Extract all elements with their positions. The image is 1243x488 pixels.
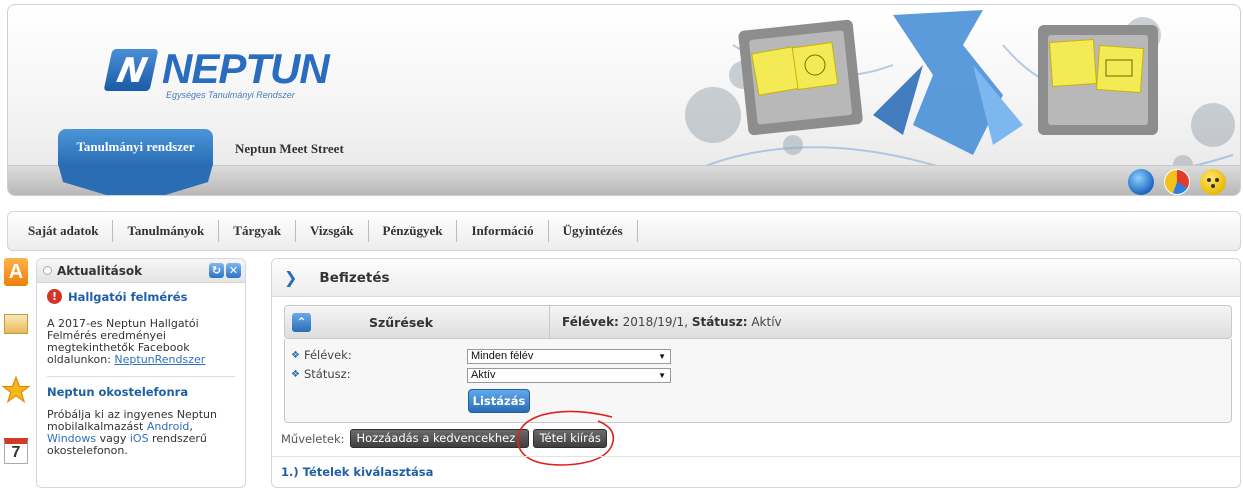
- announcements-icon[interactable]: A: [4, 258, 28, 286]
- chevron-right-icon: ❯: [284, 268, 298, 287]
- tab-neptun-meet-street[interactable]: Neptun Meet Street: [235, 141, 344, 157]
- operations-label: Műveletek:: [281, 431, 345, 446]
- menu-item-sajat-adatok[interactable]: Saját adatok: [28, 220, 114, 242]
- close-icon[interactable]: ✕: [226, 263, 241, 278]
- contrast-icon[interactable]: [1164, 169, 1190, 195]
- list-button[interactable]: Listázás: [468, 389, 530, 413]
- news-item-title[interactable]: ! Hallgatói felmérés: [47, 289, 235, 304]
- globe-icon[interactable]: [1128, 169, 1154, 195]
- active-tab-pointer: [58, 164, 213, 195]
- content-header: ❯ Befizetés: [272, 259, 1240, 297]
- logo-text: NEPTUN: [162, 45, 330, 92]
- news-item-text: Próbálja ki az ingyenes Neptun mobilalka…: [47, 409, 235, 457]
- filter-summary: Félévek: 2018/19/1, Státusz: Aktív: [562, 315, 782, 329]
- status-select[interactable]: Aktív: [467, 368, 671, 383]
- summary-value: Aktív: [747, 315, 782, 329]
- facebook-link[interactable]: NeptunRendszer: [114, 353, 205, 366]
- menu-item-penzugyek[interactable]: Pénzügyek: [369, 220, 458, 242]
- menu-item-targyak[interactable]: Tárgyak: [219, 220, 296, 242]
- item-issue-button[interactable]: Tétel kiírás: [533, 429, 607, 448]
- refresh-icon[interactable]: ↻: [209, 263, 224, 278]
- divider: [549, 305, 550, 339]
- filter-row-felevek: ❖ Félévek:: [291, 348, 352, 362]
- filter-body: ❖ Félévek: Minden félév ❖ Státusz: Aktív…: [284, 339, 1232, 423]
- news-panel: Aktualitások ↻ ✕ ! Hallgatói felmérés A …: [36, 258, 246, 488]
- news-item-text: A 2017-es Neptun Hallgatói Felmérés ered…: [47, 318, 235, 366]
- section-title: 1.) Tételek kiválasztása: [281, 465, 434, 479]
- filter-row-label: Félévek:: [303, 348, 352, 362]
- news-item-title[interactable]: Neptun okostelefonra: [47, 385, 235, 399]
- page-title: Befizetés: [319, 269, 390, 286]
- collapse-filter-icon[interactable]: ⌃: [292, 312, 311, 332]
- operations-bar: Műveletek: Hozzáadás a kedvencekhez Téte…: [281, 429, 611, 448]
- filter-label: Szűrések: [369, 314, 434, 330]
- panel-bullet-icon: [43, 266, 52, 275]
- tab-tanulmanyi-rendszer[interactable]: Tanulmányi rendszer: [58, 129, 213, 165]
- content-panel: ❯ Befizetés ⌃ Szűrések Félévek: 2018/19/…: [271, 258, 1241, 488]
- main-menu: Saját adatok Tanulmányok Tárgyak Vizsgák…: [7, 211, 1241, 251]
- calendar-icon[interactable]: 7: [4, 438, 28, 464]
- diamond-bullet-icon: ❖: [291, 368, 300, 380]
- news-item: Neptun okostelefonra Próbálja ki az ingy…: [37, 377, 245, 457]
- mail-icon[interactable]: [4, 314, 28, 334]
- news-item: ! Hallgatói felmérés A 2017-es Neptun Ha…: [37, 283, 245, 366]
- news-panel-title: Aktualitások: [57, 263, 143, 278]
- menu-item-informacio[interactable]: Információ: [457, 220, 549, 242]
- favorites-star-icon[interactable]: [2, 376, 30, 404]
- summary-key: Félévek:: [562, 315, 619, 329]
- semester-select[interactable]: Minden félév: [467, 349, 671, 364]
- menu-item-ugyintezes[interactable]: Ügyintézés: [549, 220, 638, 242]
- ios-link[interactable]: iOS: [130, 432, 149, 445]
- panel-controls: ↻ ✕: [209, 263, 241, 278]
- filter-row-label: Státusz:: [303, 367, 351, 381]
- logo-mark-icon: [103, 49, 159, 91]
- accessibility-icon[interactable]: [1200, 169, 1226, 195]
- news-item-title-text: Hallgatói felmérés: [68, 289, 188, 304]
- divider: [272, 456, 1240, 457]
- menu-item-tanulmanyok[interactable]: Tanulmányok: [113, 220, 220, 242]
- site-header: NEPTUN Egységes Tanulmányi Rendszer: [7, 4, 1241, 196]
- logo-tagline: Egységes Tanulmányi Rendszer: [166, 90, 295, 100]
- header-icon-group: [1128, 169, 1226, 195]
- summary-key: Státusz:: [691, 315, 748, 329]
- filter-row-statusz: ❖ Státusz:: [291, 367, 351, 381]
- add-to-favorites-button[interactable]: Hozzáadás a kedvencekhez: [350, 429, 530, 448]
- filter-header: ⌃ Szűrések Félévek: 2018/19/1, Státusz: …: [284, 305, 1232, 339]
- summary-value: 2018/19/1,: [618, 315, 692, 329]
- menu-item-vizsgak[interactable]: Vizsgák: [296, 220, 369, 242]
- diamond-bullet-icon: ❖: [291, 349, 300, 361]
- alert-icon: !: [47, 289, 62, 304]
- news-panel-header: Aktualitások ↻ ✕: [37, 259, 245, 283]
